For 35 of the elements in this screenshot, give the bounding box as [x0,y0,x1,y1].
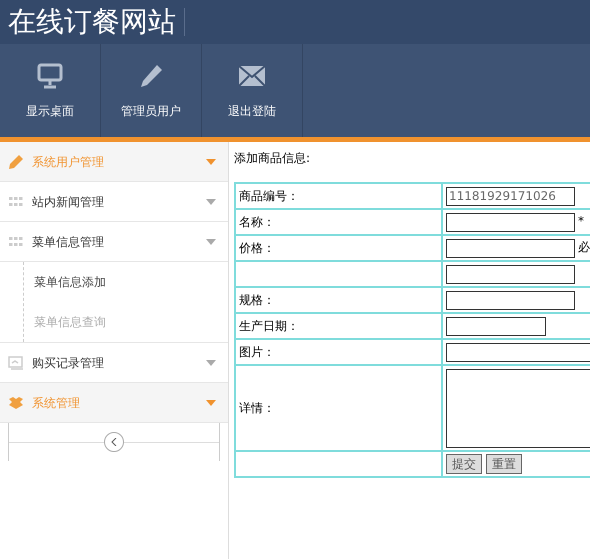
details-textarea[interactable] [446,368,590,448]
box-icon [8,396,24,410]
input-field[interactable] [446,264,575,284]
grid-icon [8,196,24,206]
input-field[interactable] [446,212,575,232]
field-label: 生产日期： [239,319,299,333]
caret-icon [206,400,216,406]
field-label: 商品编号： [239,189,299,203]
caret-icon [206,158,216,164]
field-label: 图片： [239,345,275,359]
monitor-icon [36,62,64,90]
caret-icon [206,360,216,366]
input-field[interactable]: 11181929171026 [446,186,575,206]
date-field[interactable] [446,316,546,336]
form-button[interactable]: 提交 [446,454,482,474]
field-label: 规格： [239,293,275,307]
required-mark: * [578,214,584,228]
input-field[interactable] [446,238,575,258]
collapse-button[interactable] [104,432,124,452]
chevron-icon [111,438,117,446]
caret-icon [206,238,216,244]
field-label: 详情： [239,401,275,415]
form-title: 添加商品信息: [234,150,312,167]
form-button[interactable]: 重置 [486,454,522,474]
pencil-icon [8,154,24,170]
site-title: 在线订餐网站 [8,8,185,36]
file-field[interactable] [446,342,590,362]
field-label: 价格： [239,241,275,255]
grid-icon [8,236,24,246]
field-label: 名称： [239,215,275,229]
submenu-item[interactable]: 菜单信息添加 [24,262,228,302]
monitor-icon [8,356,24,370]
required-mark: 必 [578,240,590,254]
input-field[interactable] [446,290,575,310]
caret-icon [206,198,216,204]
